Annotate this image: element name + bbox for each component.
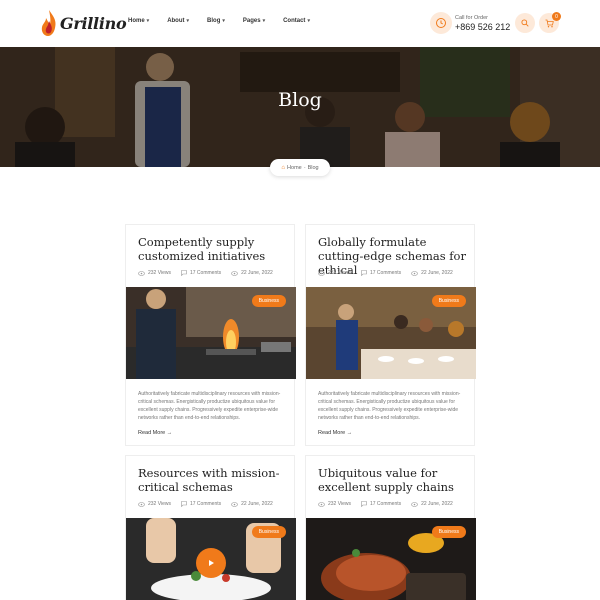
post-image[interactable]: Business [126,287,296,379]
logo[interactable]: Grillino [40,8,127,38]
chevron-down-icon: ▾ [146,18,150,24]
call-for-order[interactable]: Call for Order +869 526 212 [430,12,510,34]
comments-count[interactable]: 17 Comments [190,501,221,507]
post-meta: 232 Views 17 Comments 22 June, 2022 [138,501,283,507]
read-more-link[interactable]: Read More → [318,430,352,436]
comments-count[interactable]: 17 Comments [370,270,401,276]
blog-card: Resources with mission-critical schemas … [125,455,296,600]
nav-item-contact[interactable]: Contact ▾ [283,18,310,24]
clock-icon [430,12,452,34]
post-meta: 232 Views 17 Comments 22 June, 2022 [318,501,463,507]
eye-icon [231,270,238,276]
breadcrumb-separator: - [303,164,306,171]
category-badge[interactable]: Business [431,526,466,538]
post-excerpt: Authoritatively fabricate multidisciplin… [318,391,461,421]
post-image[interactable]: Business [306,518,476,600]
chevron-down-icon: ▾ [186,18,190,24]
flame-icon [41,10,56,36]
eye-icon [138,270,145,276]
comment-icon [181,501,187,507]
post-title[interactable]: Resources with mission-critical schemas [138,466,293,494]
post-date: 22 June, 2022 [241,501,273,507]
eye-icon [138,501,145,507]
views-count: 232 Views [328,501,351,507]
breadcrumb: ⌂ Home - Blog [270,159,330,176]
post-image[interactable]: Business [126,518,296,600]
site-header: Grillino Home ▾ About ▾ Blog ▾ Pages ▾ Conta… [0,0,600,47]
eye-icon [318,501,325,507]
nav-item-blog[interactable]: Blog ▾ [207,18,225,24]
eye-icon [318,270,325,276]
cart-icon [545,19,554,27]
nav-item-about[interactable]: About ▾ [167,18,189,24]
post-date: 22 June, 2022 [421,501,453,507]
main-nav: Home ▾ About ▾ Blog ▾ Pages ▾ Contact ▾ [128,18,328,24]
comment-icon [181,270,187,276]
post-meta: 232 Views 17 Comments 22 June, 2022 [318,270,463,276]
nav-item-home[interactable]: Home ▾ [128,18,149,24]
nav-item-pages[interactable]: Pages ▾ [243,18,265,24]
hero-banner: Blog [0,47,600,167]
eye-icon [231,501,238,507]
comments-count[interactable]: 17 Comments [370,501,401,507]
post-date: 22 June, 2022 [421,270,453,276]
play-video-button[interactable] [196,548,226,578]
post-meta: 232 Views 17 Comments 22 June, 2022 [138,270,283,276]
chevron-down-icon: ▾ [222,18,225,24]
post-excerpt: Authoritatively fabricate multidisciplin… [138,391,281,421]
search-icon [521,19,529,27]
comments-count[interactable]: 17 Comments [190,270,221,276]
nav-label: Pages [242,18,261,24]
blog-card: Globally formulate cutting-edge schemas … [305,224,476,446]
home-icon: ⌂ [281,164,286,171]
search-button[interactable] [515,13,535,33]
cart-count-badge: 0 [552,12,561,21]
post-title[interactable]: Ubiquitous value for excellent supply ch… [318,466,473,494]
category-badge[interactable]: Business [251,526,286,538]
nav-label: Home [128,18,145,24]
post-date: 22 June, 2022 [241,270,273,276]
nav-label: Blog [207,18,221,24]
play-icon [209,560,214,566]
post-image[interactable]: Business [306,287,476,379]
phone-number[interactable]: +869 526 212 [455,22,510,32]
blog-card: Ubiquitous value for excellent supply ch… [305,455,476,600]
eye-icon [411,501,418,507]
chevron-down-icon: ▾ [307,18,310,24]
category-badge[interactable]: Business [251,295,286,307]
nav-label: About [167,18,185,24]
category-badge[interactable]: Business [431,295,466,307]
chevron-down-icon: ▾ [262,18,266,24]
views-count: 232 Views [148,270,171,276]
breadcrumb-home[interactable]: Home [287,165,302,171]
views-count: 232 Views [148,501,171,507]
comment-icon [361,270,367,276]
views-count: 232 Views [328,270,351,276]
logo-text: Grillino [60,13,127,33]
read-more-link[interactable]: Read More → [138,430,172,436]
blog-card: Competently supply customized initiative… [125,224,296,446]
eye-icon [411,270,418,276]
breadcrumb-current: Blog [307,164,319,171]
nav-label: Contact [283,18,306,24]
page-title: Blog [278,89,322,111]
post-title[interactable]: Competently supply customized initiative… [138,235,293,263]
comment-icon [361,501,367,507]
call-label: Call for Order [455,14,489,21]
